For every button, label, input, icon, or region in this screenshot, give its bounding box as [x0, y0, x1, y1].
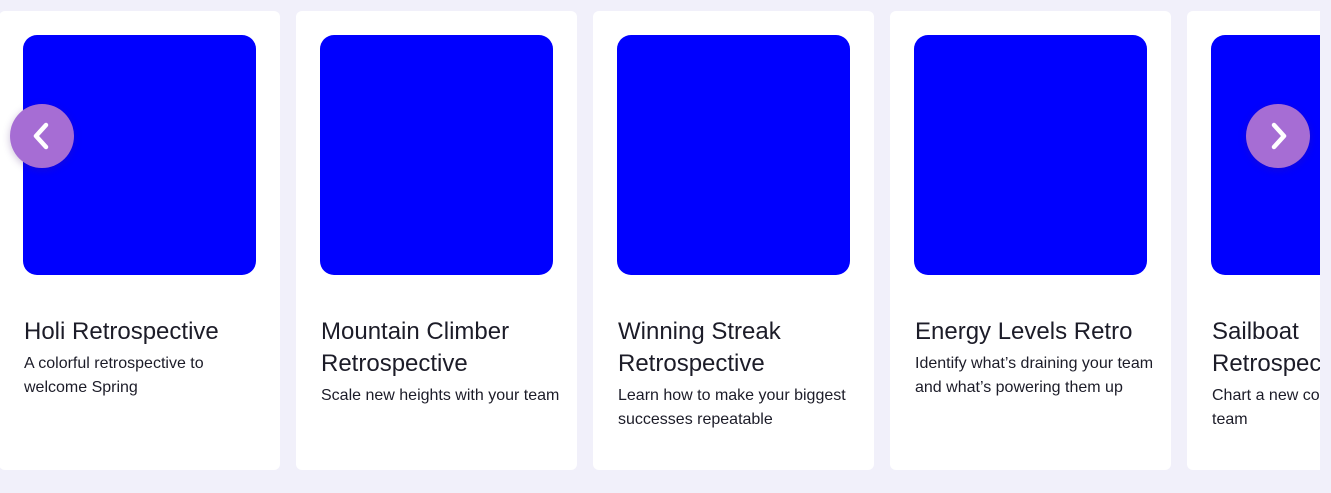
- chevron-left-icon: [33, 122, 49, 150]
- template-carousel: Holi Retrospective A colorful retrospect…: [0, 0, 1320, 493]
- card-thumbnail: [617, 35, 850, 275]
- card-description: A colorful retrospective to welcome Spri…: [24, 355, 204, 396]
- card-description: Learn how to make your biggest successes…: [618, 387, 846, 428]
- card-description: Scale new heights with your team: [321, 387, 560, 404]
- chevron-right-icon: [1271, 122, 1287, 150]
- template-card-mountain-climber[interactable]: Mountain Climber Retrospective Scale new…: [296, 11, 577, 470]
- card-title: Energy Levels Retro: [915, 318, 1133, 345]
- card-title: Sailboat Retrospective: [1212, 318, 1320, 377]
- carousel-prev-button[interactable]: [10, 104, 74, 168]
- card-title-wrap: Energy Levels Retro Identify what’s drai…: [915, 316, 1155, 400]
- card-title: Winning Streak Retrospective: [618, 318, 781, 377]
- card-title-wrap: Mountain Climber Retrospective Scale new…: [321, 316, 561, 408]
- template-card-winning-streak[interactable]: Winning Streak Retrospective Learn how t…: [593, 11, 874, 470]
- card-thumbnail: [914, 35, 1147, 275]
- carousel-next-button[interactable]: [1246, 104, 1310, 168]
- card-description: Chart a new course with your team: [1212, 387, 1320, 428]
- template-card-energy-levels[interactable]: Energy Levels Retro Identify what’s drai…: [890, 11, 1171, 470]
- card-title-wrap: Sailboat Retrospective Chart a new cours…: [1212, 316, 1320, 432]
- card-title: Mountain Climber Retrospective: [321, 318, 510, 377]
- card-title-wrap: Holi Retrospective A colorful retrospect…: [24, 316, 264, 400]
- card-title-wrap: Winning Streak Retrospective Learn how t…: [618, 316, 858, 432]
- card-title: Holi Retrospective: [24, 318, 219, 345]
- card-description: Identify what’s draining your team and w…: [915, 355, 1154, 396]
- template-card-holi[interactable]: Holi Retrospective A colorful retrospect…: [0, 11, 280, 470]
- template-card-sailboat[interactable]: Sailboat Retrospective Chart a new cours…: [1187, 11, 1320, 470]
- card-thumbnail: [320, 35, 553, 275]
